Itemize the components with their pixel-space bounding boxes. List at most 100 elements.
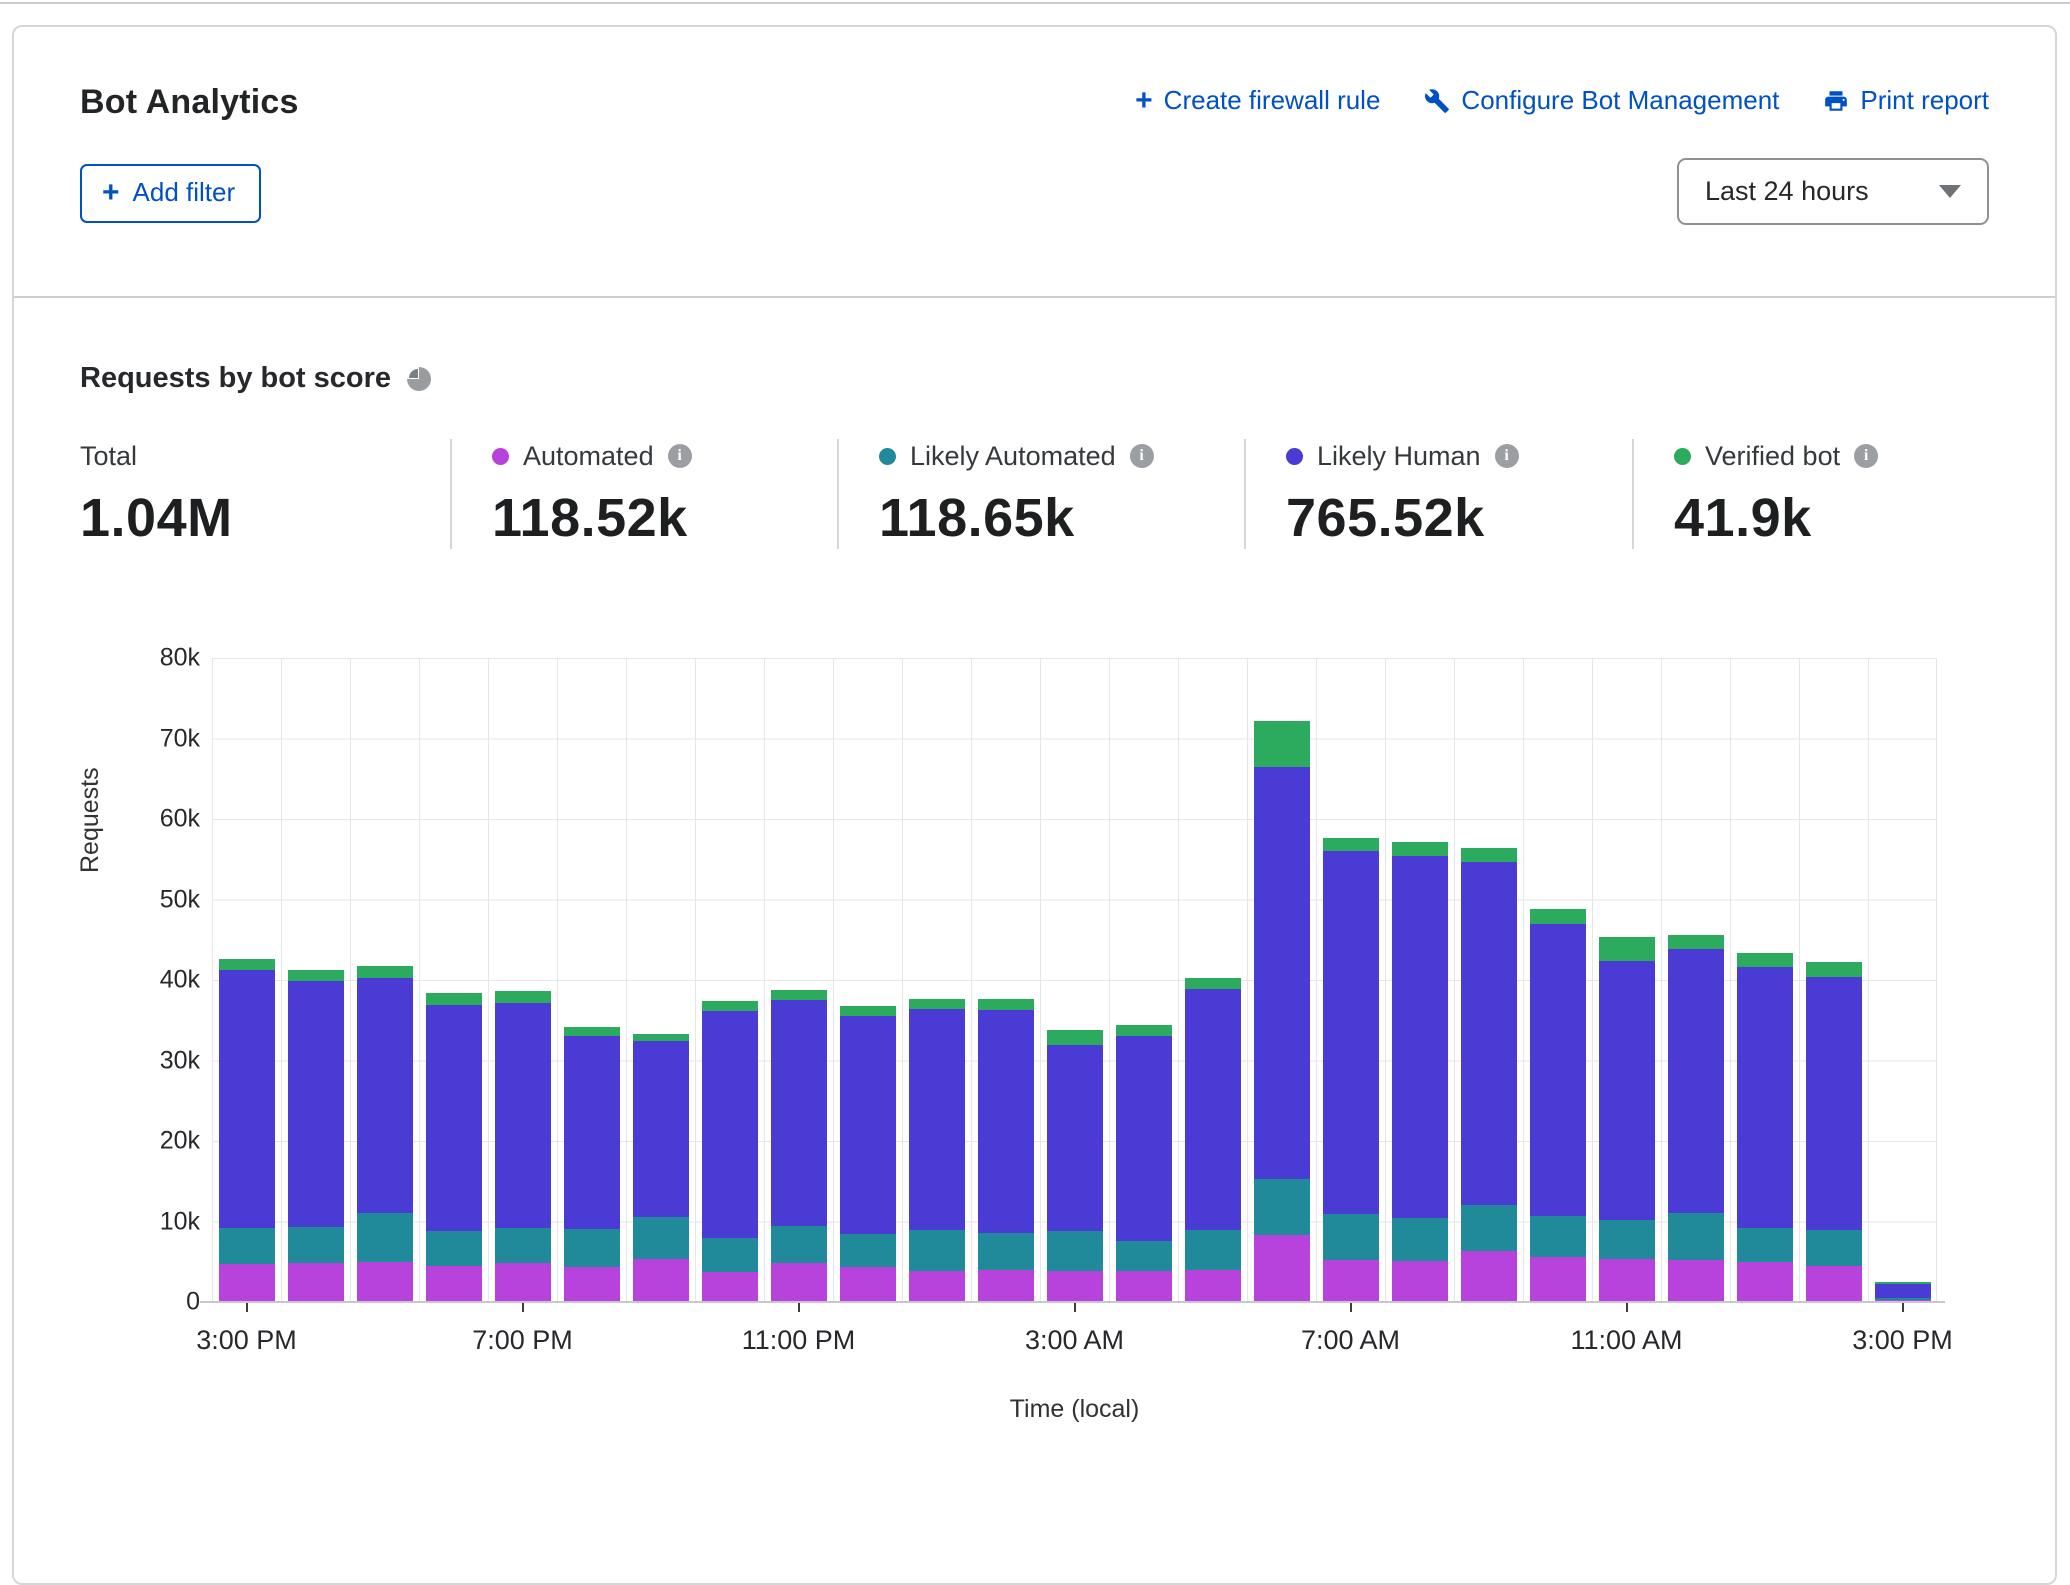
bar-segment	[357, 978, 413, 1213]
x-tick-mark	[798, 1303, 800, 1312]
x-tick-label: 7:00 PM	[472, 1325, 573, 1356]
bar[interactable]	[281, 658, 350, 1302]
wrench-icon	[1424, 88, 1450, 114]
bar[interactable]	[971, 658, 1040, 1302]
bar-segment	[909, 1230, 965, 1270]
bar[interactable]	[1799, 658, 1868, 1302]
time-range-value: Last 24 hours	[1705, 176, 1869, 207]
bar-segment	[1530, 909, 1586, 924]
info-icon[interactable]: i	[1130, 444, 1154, 468]
requests-by-bot-score-chart: Requests 010k20k30k40k50k60k70k80k 3:00 …	[14, 633, 2059, 1533]
bar-segment	[288, 981, 344, 1227]
page-top-divider	[0, 2, 2070, 4]
stat-total-label: Total	[80, 441, 137, 472]
bar-segment	[702, 1238, 758, 1272]
configure-bot-management-link[interactable]: Configure Bot Management	[1424, 85, 1779, 116]
stat-likely-automated-label: Likely Automated	[910, 441, 1116, 472]
stat-total: Total 1.04M	[80, 439, 450, 549]
bar[interactable]	[626, 658, 695, 1302]
x-tick-mark	[246, 1303, 248, 1312]
bar-segment	[1599, 1220, 1655, 1259]
bar-segment	[1530, 1257, 1586, 1302]
x-tick-mark	[1626, 1303, 1628, 1312]
plus-icon: +	[1135, 89, 1153, 113]
bar[interactable]	[1730, 658, 1799, 1302]
bar-segment	[633, 1041, 689, 1216]
bar[interactable]	[1247, 658, 1316, 1302]
bar-segment	[1116, 1025, 1172, 1035]
bar[interactable]	[1523, 658, 1592, 1302]
y-tick-label: 40k	[160, 966, 200, 995]
bar[interactable]	[1040, 658, 1109, 1302]
stat-automated: Automated i 118.52k	[450, 439, 837, 549]
info-icon[interactable]: i	[1854, 444, 1878, 468]
bar-segment	[1323, 838, 1379, 852]
stat-total-value: 1.04M	[80, 487, 420, 549]
bar[interactable]	[764, 658, 833, 1302]
bar[interactable]	[695, 658, 764, 1302]
likely-human-legend-dot	[1286, 448, 1303, 465]
bar[interactable]	[1385, 658, 1454, 1302]
bar-segment	[1461, 862, 1517, 1204]
bar-segment	[219, 970, 275, 1228]
y-tick-label: 60k	[160, 805, 200, 834]
bar[interactable]	[488, 658, 557, 1302]
print-report-link[interactable]: Print report	[1823, 85, 1989, 116]
bar-segment	[219, 1228, 275, 1264]
bar-segment	[978, 1010, 1034, 1233]
add-filter-button[interactable]: + Add filter	[80, 164, 261, 223]
stat-automated-value: 118.52k	[492, 487, 807, 549]
info-icon[interactable]: i	[668, 444, 692, 468]
bar-segment	[633, 1217, 689, 1259]
stat-likely-human-value: 765.52k	[1286, 487, 1602, 549]
verified-bot-legend-dot	[1674, 448, 1691, 465]
bar-segment	[1668, 1260, 1724, 1302]
automated-legend-dot	[492, 448, 509, 465]
bar[interactable]	[557, 658, 626, 1302]
bar-segment	[1323, 1214, 1379, 1260]
bar[interactable]	[1592, 658, 1661, 1302]
bar-segment	[840, 1016, 896, 1233]
add-filter-label: Add filter	[133, 177, 236, 208]
bar-segment	[1737, 967, 1793, 1228]
bar-segment	[1806, 1266, 1862, 1302]
bar-segment	[426, 993, 482, 1005]
bar[interactable]	[350, 658, 419, 1302]
plot-area	[212, 658, 1937, 1302]
plus-icon: +	[102, 181, 120, 205]
bar[interactable]	[419, 658, 488, 1302]
bar[interactable]	[833, 658, 902, 1302]
x-tick-label: 11:00 PM	[742, 1325, 856, 1356]
info-icon[interactable]: i	[1495, 444, 1519, 468]
bar[interactable]	[902, 658, 971, 1302]
bar-segment	[1047, 1045, 1103, 1231]
create-firewall-rule-link[interactable]: + Create firewall rule	[1135, 85, 1380, 116]
bar-segment	[1806, 962, 1862, 976]
bar-segment	[840, 1234, 896, 1267]
bar[interactable]	[1454, 658, 1523, 1302]
bar[interactable]	[1868, 658, 1937, 1302]
bar-segment	[1806, 977, 1862, 1231]
bar-segment	[1737, 1262, 1793, 1302]
bar-segment	[633, 1259, 689, 1302]
bar-segment	[909, 1009, 965, 1230]
bar-segment	[564, 1027, 620, 1036]
bar[interactable]	[212, 658, 281, 1302]
bar-segment	[1530, 924, 1586, 1215]
bar-segment	[1530, 1216, 1586, 1257]
bar[interactable]	[1109, 658, 1178, 1302]
bar[interactable]	[1316, 658, 1385, 1302]
bar-segment	[1668, 935, 1724, 949]
time-range-select[interactable]: Last 24 hours	[1677, 158, 1989, 225]
bar[interactable]	[1178, 658, 1247, 1302]
bar-segment	[771, 1263, 827, 1302]
bar-segment	[702, 1272, 758, 1302]
bar-segment	[564, 1036, 620, 1229]
bar-segment	[357, 966, 413, 978]
bar-segment	[1047, 1231, 1103, 1270]
bar-segment	[1737, 1228, 1793, 1262]
bar[interactable]	[1661, 658, 1730, 1302]
x-tick-label: 3:00 PM	[196, 1325, 297, 1356]
y-tick-label: 30k	[160, 1046, 200, 1075]
likely-automated-legend-dot	[879, 448, 896, 465]
